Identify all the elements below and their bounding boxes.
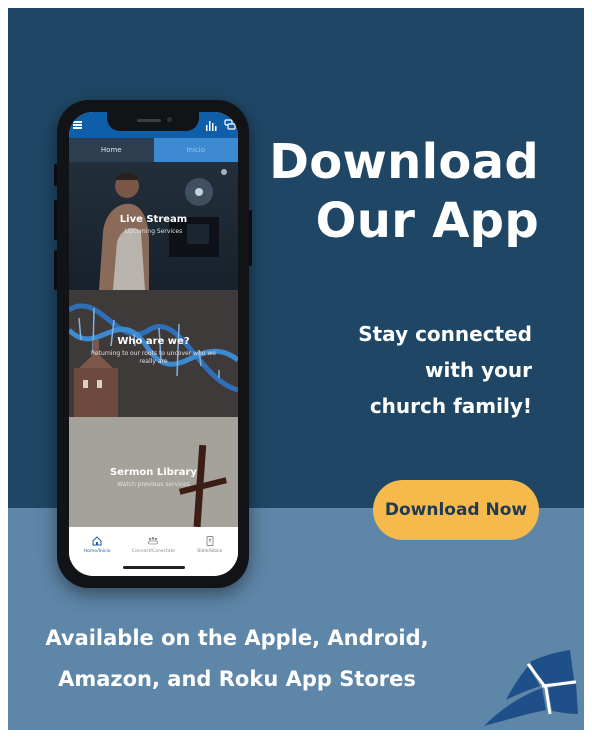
phone-volume-down-button (54, 250, 57, 290)
phone-screen: Home Inicio Live Stream Upcoming Service… (69, 112, 238, 576)
download-now-button[interactable]: Download Now (373, 480, 539, 540)
hamburger-menu-icon[interactable] (73, 121, 82, 129)
subheadline-line-1: Stay connected (358, 322, 532, 346)
headline-line-2: Our App (315, 193, 539, 249)
tab-inicio[interactable]: Inicio (153, 138, 238, 162)
nav-item-bible[interactable]: Bible/Biblia (182, 527, 238, 562)
tab-home[interactable]: Home (69, 138, 154, 162)
card-subtitle-who-are-we: Returning to our roots to uncover who we… (91, 350, 216, 365)
availability-line-2: Amazon, and Roku App Stores (58, 667, 416, 691)
subheadline: Stay connected with your church family! (272, 316, 532, 424)
nav-item-connect[interactable]: Connect/Conectate (125, 527, 181, 562)
app-promo-ad: Download Our App Stay connected with you… (0, 0, 592, 738)
nav-item-home[interactable]: Home/Inicio (69, 527, 125, 562)
subheadline-line-3: church family! (369, 394, 532, 418)
availability-line-1: Available on the Apple, Android, (45, 626, 429, 650)
card-subtitle-sermon-library: Watch previous services (117, 481, 190, 488)
nav-label-bible: Bible/Biblia (197, 548, 223, 554)
phone-side-button (54, 164, 57, 186)
app-bottom-nav: Home/Inicio Connect/Conectate Bible/Bibl… (69, 527, 238, 562)
home-icon (92, 535, 102, 545)
card-title-sermon-library: Sermon Library (110, 467, 197, 478)
bible-icon (206, 535, 214, 546)
availability-text: Available on the Apple, Android, Amazon,… (22, 618, 452, 700)
phone-power-button (249, 210, 252, 266)
card-live-stream[interactable]: Live Stream Upcoming Services (69, 162, 238, 290)
church-window-logo-icon (484, 650, 578, 726)
people-icon (148, 536, 159, 544)
headline: Download Our App (249, 133, 539, 251)
live-stream-photo-icon (99, 169, 227, 290)
card-title-live-stream: Live Stream (119, 214, 188, 225)
chat-bubbles-icon[interactable] (224, 119, 236, 131)
card-subtitle-live-stream: Upcoming Services (124, 228, 183, 235)
card-sermon-library[interactable]: Sermon Library Watch previous services (69, 417, 238, 527)
subheadline-line-2: with your (425, 358, 532, 382)
front-camera-icon (167, 117, 172, 122)
home-indicator (123, 566, 185, 569)
stats-bars-icon[interactable] (206, 121, 218, 131)
app-tabs: Home Inicio (69, 138, 238, 162)
headline-line-1: Download (269, 134, 539, 190)
phone-volume-up-button (54, 200, 57, 240)
notch-speaker (137, 119, 161, 122)
nav-label-connect: Connect/Conectate (131, 548, 176, 554)
phone-notch (107, 112, 199, 131)
app-top-bar (69, 112, 238, 138)
card-title-who-are-we: Who are we? (117, 336, 190, 347)
nav-label-home: Home/Inicio (83, 548, 111, 554)
card-who-are-we[interactable]: Who are we? Returning to our roots to un… (69, 290, 238, 417)
